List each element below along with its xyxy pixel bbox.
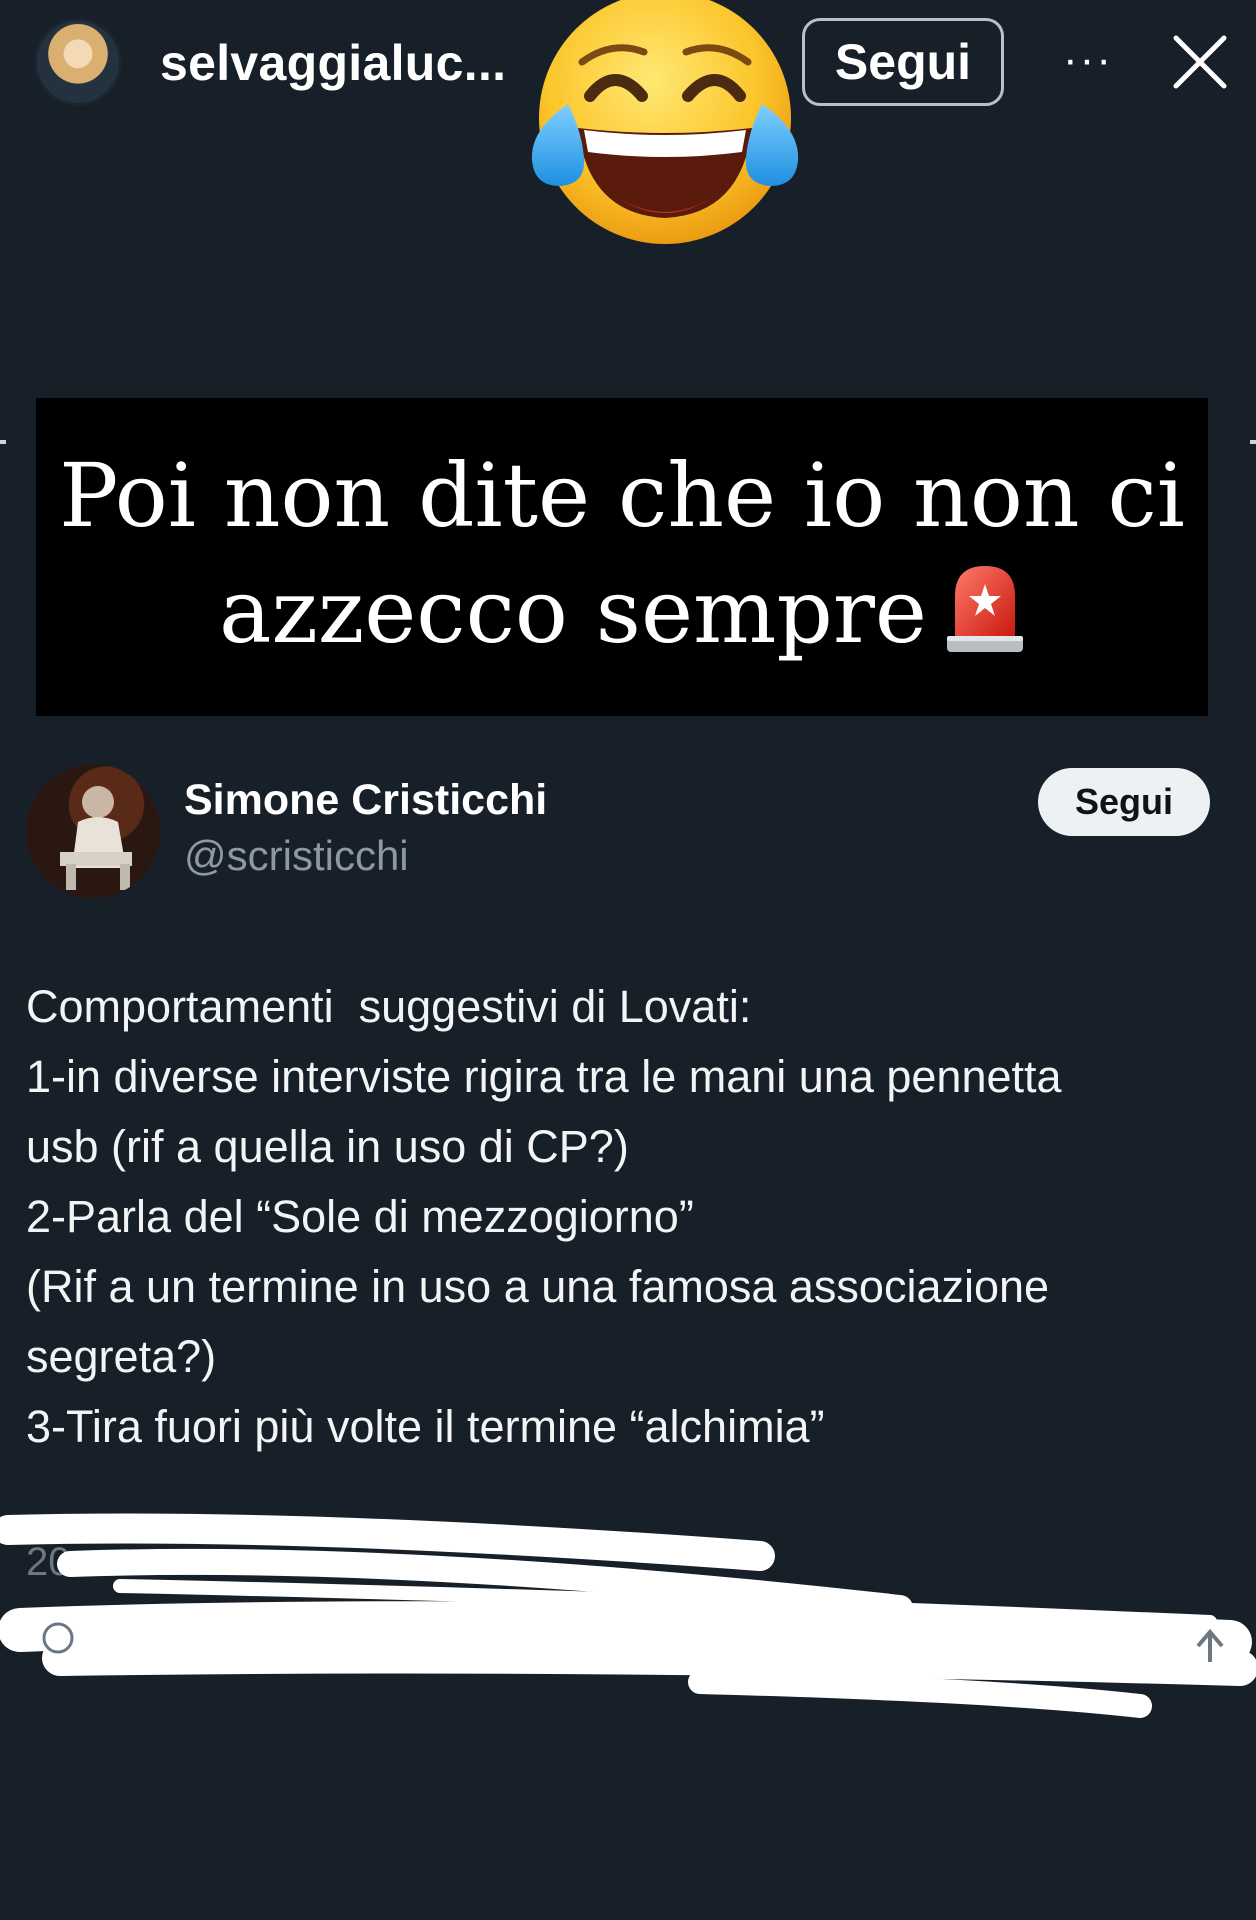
- tweet-line: 1-in diverse interviste rigira tra le ma…: [26, 1051, 1062, 1102]
- caption-line-2: azzecco sempre: [219, 560, 927, 663]
- caption-banner: Poi non dite che io non ci azzecco sempr…: [36, 398, 1208, 716]
- tears-of-joy-emoji-icon: [520, 0, 810, 250]
- tweet-line: 3-Tira fuori più volte il termine “alchi…: [26, 1401, 825, 1452]
- profile-avatar[interactable]: [34, 18, 122, 106]
- caption-line-1: Poi non dite che io non ci: [59, 444, 1185, 547]
- close-icon[interactable]: [1168, 30, 1232, 94]
- tweet-line: usb (rif a quella in uso di CP?): [26, 1121, 629, 1172]
- tweet-follow-button[interactable]: Segui: [1038, 768, 1210, 836]
- tweet-line: 2-Parla del “Sole di mezzogiorno”: [26, 1191, 694, 1242]
- tweet-line: Comportamenti suggestivi di Lovati:: [26, 981, 752, 1032]
- police-siren-icon: [945, 560, 1025, 656]
- follow-button[interactable]: Segui: [802, 18, 1004, 106]
- tweet-author-handle[interactable]: @scristicchi: [184, 832, 409, 880]
- tweet-author-avatar[interactable]: [26, 764, 160, 898]
- profile-username[interactable]: selvaggialuc...: [160, 34, 506, 92]
- banner-edge-left: [0, 440, 6, 444]
- tweet-line: segreta?): [26, 1331, 217, 1382]
- redaction-scribble: [0, 1500, 1256, 1760]
- story-viewer: selvaggialuc... Segui ··· Poi non dite c…: [0, 0, 1256, 1920]
- tweet-body: Comportamenti suggestivi di Lovati: 1-in…: [26, 972, 1236, 1462]
- more-dots-icon[interactable]: ···: [1058, 30, 1118, 90]
- banner-edge-right: [1250, 440, 1256, 444]
- tweet-line: (Rif a un termine in uso a una famosa as…: [26, 1261, 1050, 1312]
- tweet-author-name[interactable]: Simone Cristicchi: [184, 776, 547, 825]
